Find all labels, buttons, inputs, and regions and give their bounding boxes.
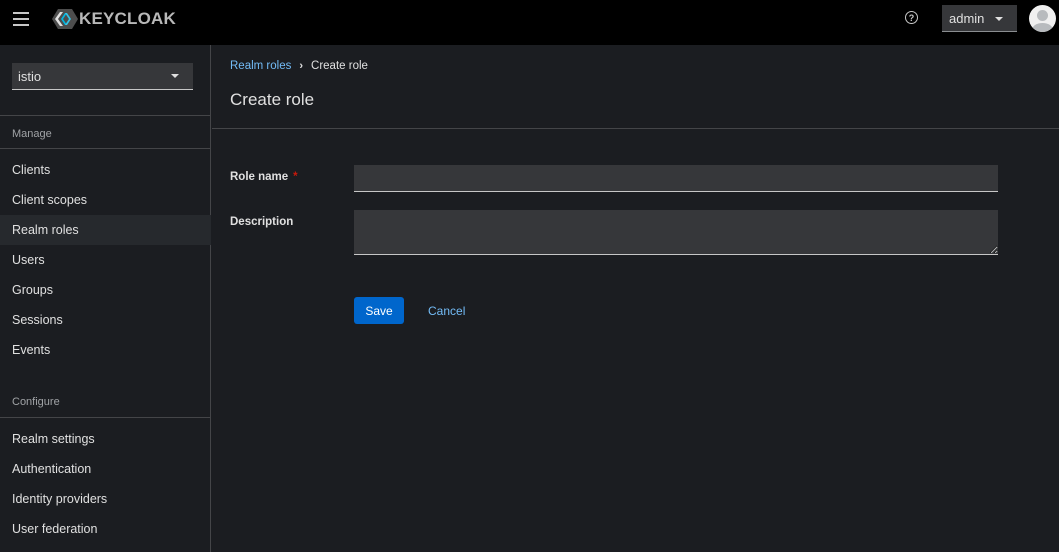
- breadcrumb-current: Create role: [311, 60, 368, 72]
- hamburger-icon[interactable]: [13, 12, 29, 26]
- sidebar-item-users[interactable]: Users: [0, 245, 211, 275]
- page-header: Realm roles › Create role Create role: [212, 45, 1059, 129]
- help-icon[interactable]: ?: [905, 11, 918, 24]
- page-title: Create role: [230, 90, 315, 109]
- main-content: Realm roles › Create role Create role Ro…: [212, 45, 1059, 552]
- sidebar-item-groups[interactable]: Groups: [0, 275, 211, 305]
- sidebar-item-identity-providers[interactable]: Identity providers: [0, 484, 211, 514]
- caret-down-icon: [995, 17, 1003, 21]
- realm-selector[interactable]: istio: [12, 63, 193, 90]
- sidebar-item-user-federation[interactable]: User federation: [0, 514, 211, 544]
- realm-selector-value: istio: [18, 68, 42, 84]
- keycloak-logo-icon: [52, 9, 78, 29]
- description-label: Description: [230, 216, 294, 228]
- user-menu-dropdown[interactable]: admin: [942, 5, 1017, 32]
- sidebar-item-sessions[interactable]: Sessions: [0, 305, 211, 335]
- chevron-right-icon: ›: [299, 60, 304, 72]
- sidebar: istio Manage Clients Client scopes Realm…: [0, 45, 211, 552]
- nav-section-configure: Configure: [0, 385, 211, 418]
- cancel-button[interactable]: Cancel: [418, 297, 475, 324]
- sidebar-item-events[interactable]: Events: [0, 335, 211, 365]
- breadcrumb: Realm roles › Create role: [230, 60, 368, 72]
- role-name-input[interactable]: [354, 165, 998, 192]
- caret-down-icon: [171, 74, 179, 78]
- sidebar-item-realm-roles[interactable]: Realm roles: [0, 215, 211, 245]
- sidebar-item-client-scopes[interactable]: Client scopes: [0, 185, 211, 215]
- user-menu-label: admin: [949, 10, 985, 26]
- brand-name: KEYCLOAK: [79, 9, 176, 28]
- required-marker: *: [293, 171, 298, 183]
- masthead: KEYCLOAK ? admin: [0, 0, 1059, 45]
- role-name-label-text: Role name: [230, 171, 289, 183]
- keycloak-logo[interactable]: KEYCLOAK: [52, 8, 176, 30]
- sidebar-item-realm-settings[interactable]: Realm settings: [0, 424, 211, 454]
- sidebar-item-authentication[interactable]: Authentication: [0, 454, 211, 484]
- nav-section-manage: Manage: [0, 115, 211, 149]
- save-button[interactable]: Save: [354, 297, 404, 324]
- description-textarea[interactable]: [354, 210, 998, 255]
- breadcrumb-realm-roles[interactable]: Realm roles: [230, 60, 291, 72]
- sidebar-item-clients[interactable]: Clients: [0, 155, 211, 185]
- avatar-icon[interactable]: [1029, 5, 1056, 32]
- role-name-label: Role name *: [230, 171, 298, 183]
